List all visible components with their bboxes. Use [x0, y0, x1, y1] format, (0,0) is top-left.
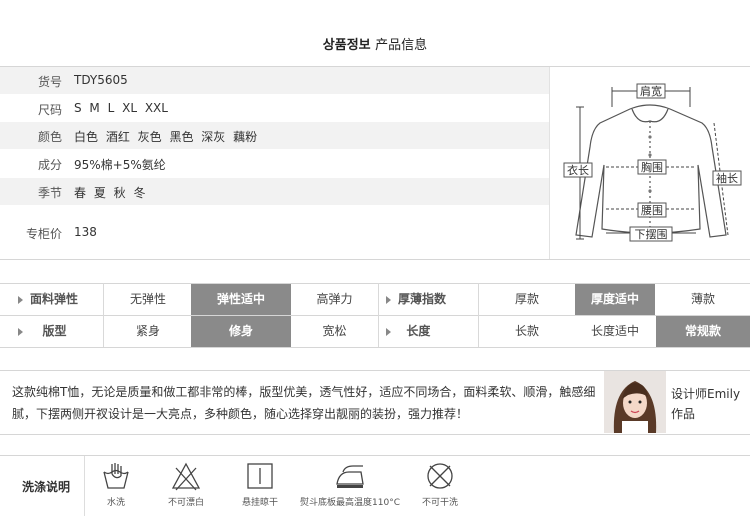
info-value: TDY5605 [74, 73, 128, 87]
attr-option-selected: 常规款 [656, 316, 750, 347]
attr-option: 长度适中 [590, 324, 639, 338]
wash-label: 水洗 [106, 498, 125, 508]
info-value: 白色 酒红 灰色 黑色 深灰 藕粉 [74, 130, 258, 144]
attr-option: 宽松 [322, 324, 347, 338]
wash-label: 熨斗底板最高温度110°C [300, 498, 400, 508]
diagram-hem-label: 下摆围 [635, 227, 668, 241]
info-value: 138 [74, 225, 97, 239]
no-bleach-icon [171, 462, 201, 491]
info-row-season: 季节 春 夏 秋 冬 [0, 178, 549, 205]
title-main: 상품정보 [322, 38, 371, 53]
wash-label: 不可漂白 [167, 498, 204, 508]
no-dry-clean-icon [427, 463, 453, 489]
info-row-color: 颜色 白色 酒红 灰色 黑色 深灰 藕粉 [0, 122, 549, 149]
wash-item: 熨斗底板最高温度110°C [292, 460, 408, 508]
attr-option: 高弹力 [316, 292, 353, 306]
info-value: 春 夏 秋 冬 [74, 186, 146, 200]
attribute-table: 面料弹性 无弹性 弹性适中 高弹力 厚薄指数 厚款 厚度适中 薄款 版型 紧身 … [0, 283, 750, 348]
info-row-price: 专柜价 138 [0, 219, 549, 246]
wash-item: 水洗 [94, 460, 138, 508]
wash-item: 不可漂白 [160, 460, 212, 508]
info-label: 季节 [37, 186, 62, 200]
diagram-sleeve-label: 袖长 [716, 171, 738, 185]
attr-head-elasticity: 面料弹性 [18, 284, 103, 315]
diagram-waist-label: 腰围 [641, 204, 663, 217]
shirt-diagram: 肩宽 衣长 胸围 袖长 腰围 下摆围 [563, 83, 742, 242]
attr-option: 长款 [514, 324, 539, 338]
designer-avatar [604, 371, 666, 433]
info-row-size: 尺码 S M L XL XXL [0, 95, 549, 122]
info-row-sku: 货号 TDY5605 [0, 67, 549, 94]
wash-item: 悬挂晾干 [234, 460, 286, 508]
wash-label: 不可干洗 [421, 498, 458, 508]
attr-option: 薄款 [690, 292, 715, 306]
measurement-diagram: 肩宽 衣长 胸围 袖长 腰围 下摆围 [549, 67, 750, 259]
wash-label: 悬挂晾干 [241, 498, 278, 508]
attr-option-selected: 修身 [191, 316, 291, 347]
attr-option-selected: 弹性适中 [191, 284, 291, 315]
attr-head-length: 长度 [386, 316, 478, 347]
attr-option: 无弹性 [129, 292, 166, 306]
wash-title: 洗涤说明 [22, 480, 71, 494]
info-label: 尺码 [37, 103, 62, 117]
page-title: 상품정보 产品信息 [0, 34, 750, 53]
info-label: 颜色 [37, 130, 62, 144]
attr-option: 紧身 [135, 324, 160, 338]
title-sub: 产品信息 [375, 38, 428, 53]
info-value: S M L XL XXL [74, 101, 168, 115]
info-row-material: 成分 95%棉+5%氨纶 [0, 150, 549, 177]
attr-head-thickness: 厚薄指数 [386, 284, 478, 315]
diagram-chest-label: 胸围 [641, 160, 663, 174]
info-value: 95%棉+5%氨纶 [74, 158, 166, 172]
iron-icon [336, 465, 364, 488]
product-description: 这款纯棉T恤，无论是质量和做工都非常的棒，版型优美，透气性好，适应不同场合，面料… [12, 385, 596, 421]
attr-head-fit: 版型 [18, 316, 103, 347]
attr-option-selected: 厚度适中 [575, 284, 655, 315]
divider [0, 455, 750, 456]
divider [0, 434, 750, 435]
info-label: 成分 [37, 158, 62, 172]
diagram-length-label: 衣长 [567, 163, 589, 177]
info-label: 货号 [37, 75, 62, 89]
diagram-shoulder-label: 肩宽 [640, 84, 662, 98]
info-label: 专柜价 [25, 227, 62, 241]
wash-item: 不可干洗 [414, 460, 466, 508]
designer-name: 设计师Emily 作品 [671, 387, 741, 421]
hang-dry-icon [247, 463, 273, 489]
attr-option: 厚款 [514, 292, 539, 306]
divider [0, 259, 750, 260]
hand-wash-icon [103, 463, 129, 489]
